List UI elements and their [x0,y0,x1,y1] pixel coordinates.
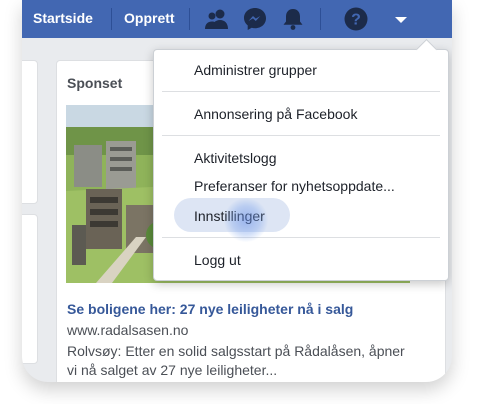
ad-description: Rolvsøy: Etter en solid salgsstart på Rå… [67,343,405,378]
create-link[interactable]: Opprett [124,10,175,26]
menu-divider [162,237,440,238]
menu-divider [162,91,440,92]
menu-item-label: Logg ut [194,252,241,268]
menu-item-advertising[interactable]: Annonsering på Facebook [154,102,448,126]
messenger-icon[interactable] [240,4,270,34]
nav-divider [320,8,321,30]
menu-item-manage-groups[interactable]: Administrer grupper [154,58,448,82]
account-dropdown-menu: Administrer grupper Annonsering på Faceb… [153,38,449,281]
account-menu-caret-icon[interactable] [386,4,416,34]
menu-item-activity-log[interactable]: Aktivitetslogg [154,146,448,170]
nav-divider [189,8,190,30]
sponsored-heading: Sponset [67,75,123,91]
left-column-card [22,60,38,204]
help-icon[interactable]: ? [341,4,371,34]
menu-item-label: Innstillinger [194,208,265,224]
menu-item-settings[interactable]: Innstillinger [154,198,448,232]
menu-item-label: Preferanser for nyhetsoppdate... [194,178,395,194]
menu-item-label: Annonsering på Facebook [194,106,358,122]
browser-frame: Startside Opprett ? Sponset Se boligene … [22,0,452,382]
top-navigation-bar: Startside Opprett ? [22,0,452,38]
nav-divider [111,8,112,30]
left-column-card [22,214,38,364]
menu-item-label: Aktivitetslogg [194,150,277,166]
home-link[interactable]: Startside [33,10,93,26]
friends-icon[interactable] [202,4,232,34]
dropdown-caret [415,38,438,61]
svg-text:?: ? [351,12,361,29]
menu-item-news-feed-preferences[interactable]: Preferanser for nyhetsoppdate... [154,174,448,198]
menu-item-label: Administrer grupper [194,62,317,78]
ad-headline-link[interactable]: Se boligene her: 27 nye leiligheter nå i… [67,301,353,317]
ad-url[interactable]: www.radalsasen.no [67,322,188,338]
notifications-icon[interactable] [278,4,308,34]
menu-divider [162,135,440,136]
menu-item-log-out[interactable]: Logg ut [154,248,448,272]
